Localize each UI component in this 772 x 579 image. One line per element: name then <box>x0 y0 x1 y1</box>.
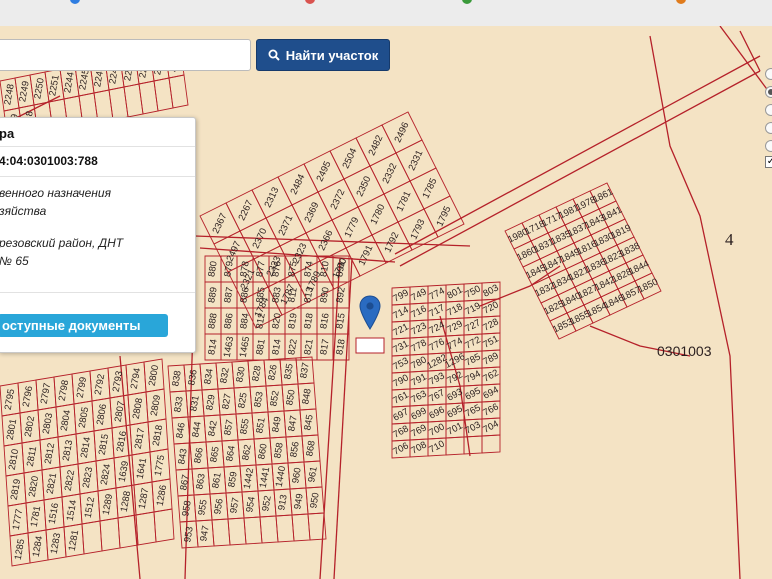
quarter-number-label: 0301003 <box>657 343 712 359</box>
divider <box>0 146 195 147</box>
land-purpose-line2: зяйства <box>0 204 47 218</box>
tab-icon <box>676 0 686 4</box>
search-icon <box>268 49 280 61</box>
address-line2: № 65 <box>0 254 29 268</box>
tab-icon <box>462 0 472 4</box>
find-plot-button-label: Найти участок <box>285 47 379 63</box>
layer-radio[interactable] <box>765 86 772 98</box>
layer-radio[interactable] <box>765 140 772 152</box>
search-input[interactable] <box>0 39 251 71</box>
layer-radio[interactable] <box>765 68 772 80</box>
layer-radio[interactable] <box>765 122 772 134</box>
divider <box>0 292 195 293</box>
divider <box>0 176 195 177</box>
tab-icon <box>70 0 80 4</box>
tab-icon <box>305 0 315 4</box>
find-plot-button[interactable]: Найти участок <box>256 39 390 71</box>
layer-checkbox[interactable]: ✓ <box>765 156 772 168</box>
zone-number-label: 4 <box>725 230 734 249</box>
address-line1: резовский район, ДНТ <box>0 236 124 250</box>
selected-plot[interactable] <box>355 337 385 354</box>
cadastral-number: 4:04:0301003:788 <box>0 154 98 168</box>
layer-radio[interactable] <box>765 104 772 116</box>
available-documents-button[interactable]: оступные документы <box>0 314 168 337</box>
browser-toolbar <box>0 0 772 27</box>
land-purpose-line1: венного назначения <box>0 186 111 200</box>
panel-title: ра <box>0 126 15 141</box>
